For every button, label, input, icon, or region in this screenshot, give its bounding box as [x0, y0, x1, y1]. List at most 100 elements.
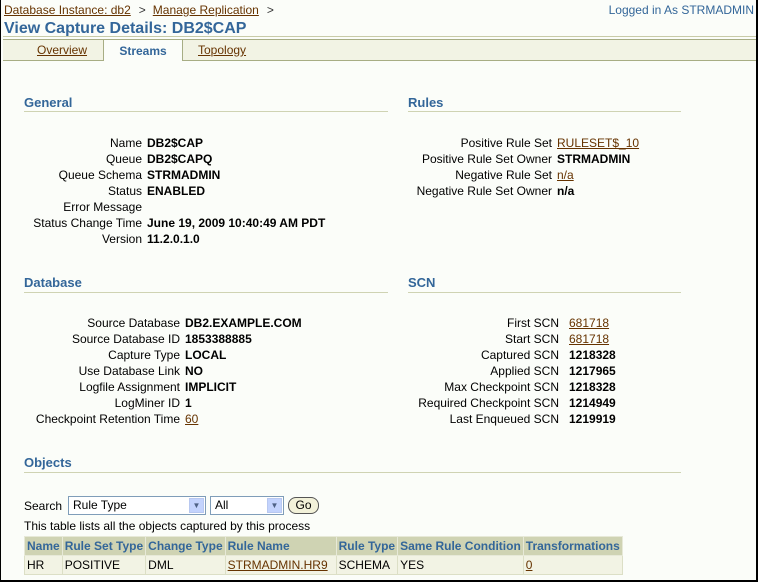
scn-row-last-enqueued: Last Enqueued SCN 1219919: [408, 411, 616, 427]
label: Capture Type: [108, 348, 180, 362]
label: Status Change Time: [33, 216, 142, 230]
tab-streams[interactable]: Streams: [103, 39, 183, 61]
value: June 19, 2009 10:40:49 AM PDT: [147, 216, 326, 230]
breadcrumb-separator: >: [266, 3, 274, 17]
start-scn-link[interactable]: 681718: [569, 331, 609, 347]
scn-row-applied: Applied SCN 1217965: [408, 363, 615, 379]
label: Queue Schema: [58, 168, 142, 182]
label: Last Enqueued SCN: [449, 412, 559, 426]
rules-row-positive-owner: Positive Rule Set Owner STRMADMIN: [408, 151, 639, 167]
cell-change-type: DML: [145, 555, 226, 575]
rules-row-negative-rule-set: Negative Rule Set n/a: [408, 167, 639, 183]
label: Positive Rule Set: [460, 136, 552, 150]
column-header-same-rule-condition: Same Rule Condition: [397, 536, 524, 556]
tabbar-divider: [3, 36, 756, 37]
scn-details: First SCN 681718 Start SCN 681718 Captured…: [408, 315, 616, 427]
scn-row-max-checkpoint: Max Checkpoint SCN 1218328: [408, 379, 616, 395]
database-row-source-database: Source Database DB2.EXAMPLE.COM: [24, 315, 302, 331]
database-row-logfile-assignment: Logfile Assignment IMPLICIT: [24, 379, 302, 395]
value: 1219919: [569, 412, 616, 426]
first-scn-link[interactable]: 681718: [569, 315, 609, 331]
value: 1218328: [569, 380, 616, 394]
value: 11.2.0.1.0: [147, 232, 200, 246]
transformations-link[interactable]: 0: [526, 558, 533, 572]
value: STRMADMIN: [147, 168, 221, 182]
search-field-select[interactable]: Rule Type ▼: [68, 496, 206, 515]
database-row-source-database-id: Source Database ID 1853388885: [24, 331, 302, 347]
database-row-capture-type: Capture Type LOCAL: [24, 347, 302, 363]
search-value-select[interactable]: All ▼: [210, 496, 284, 515]
positive-rule-set-link[interactable]: RULESET$_10: [557, 135, 639, 151]
value: DB2.EXAMPLE.COM: [185, 316, 302, 330]
label: Captured SCN: [480, 348, 559, 362]
value: LOCAL: [185, 348, 227, 362]
value: DB2$CAPQ: [147, 152, 213, 166]
label: Error Message: [63, 200, 142, 214]
go-button[interactable]: Go: [288, 497, 319, 514]
negative-rule-set-link[interactable]: n/a: [557, 167, 574, 183]
tab-bar: Overview Streams Topology: [3, 39, 756, 61]
scn-row-start: Start SCN 681718: [408, 331, 616, 347]
label: Source Database ID: [71, 332, 180, 346]
tab-overview[interactable]: Overview: [37, 40, 87, 60]
cell-rule-type: SCHEMA: [335, 555, 399, 575]
value: 1218328: [569, 348, 616, 362]
search-label: Search: [24, 499, 63, 513]
column-header-name: Name: [24, 536, 63, 556]
objects-divider: [24, 472, 681, 473]
label: LogMiner ID: [114, 396, 180, 410]
value: 1853388885: [185, 332, 252, 346]
search-field-value: Rule Type: [73, 498, 127, 512]
column-header-change-type: Change Type: [145, 536, 226, 556]
label: First SCN: [507, 316, 559, 330]
scn-row-captured: Captured SCN 1218328: [408, 347, 616, 363]
objects-heading: Objects: [24, 455, 72, 470]
rules-heading: Rules: [408, 95, 444, 110]
general-heading: General: [24, 95, 73, 110]
label: Negative Rule Set: [455, 168, 552, 182]
column-header-rule-set-type: Rule Set Type: [61, 536, 147, 556]
general-row-status-change-time: Status Change Time June 19, 2009 10:40:49…: [24, 215, 325, 231]
logged-in-user: Logged in As STRMADMIN: [608, 3, 754, 17]
value: n/a: [557, 184, 575, 198]
scn-row-first: First SCN 681718: [408, 315, 616, 331]
general-row-queue: Queue DB2$CAPQ: [24, 151, 325, 167]
label: Version: [101, 232, 142, 246]
scn-divider: [408, 292, 681, 293]
label: Logfile Assignment: [79, 380, 180, 394]
rules-divider: [408, 111, 681, 112]
chevron-down-icon[interactable]: ▼: [267, 498, 282, 513]
cell-transformations: 0: [522, 555, 623, 575]
general-row-error-message: Error Message: [24, 199, 325, 215]
search-row: Search Rule Type ▼ All ▼ Go: [24, 496, 319, 516]
label: Status: [107, 184, 142, 198]
label: Applied SCN: [490, 364, 559, 378]
label: Name: [109, 136, 142, 150]
label: Positive Rule Set Owner: [421, 152, 552, 166]
value: ENABLED: [147, 184, 206, 198]
rule-name-link[interactable]: STRMADMIN.HR9: [228, 558, 328, 572]
breadcrumb-separator: >: [138, 3, 146, 17]
value: IMPLICIT: [185, 380, 237, 394]
search-value: All: [215, 498, 229, 512]
scn-row-required-checkpoint: Required Checkpoint SCN 1214949: [408, 395, 615, 411]
breadcrumb-database-instance[interactable]: Database Instance: db2: [4, 3, 131, 17]
value: NO: [185, 364, 203, 378]
checkpoint-retention-time-link[interactable]: 60: [185, 411, 198, 427]
label: Source Database: [87, 316, 180, 330]
general-row-status: Status ENABLED: [24, 183, 325, 199]
database-row-checkpoint-retention-time: Checkpoint Retention Time 60: [24, 411, 302, 427]
label: Max Checkpoint SCN: [444, 380, 559, 394]
breadcrumb-manage-replication[interactable]: Manage Replication: [153, 3, 259, 17]
chevron-down-icon[interactable]: ▼: [189, 498, 204, 513]
label: Queue: [105, 152, 142, 166]
general-divider: [24, 111, 388, 112]
database-details: Source Database DB2.EXAMPLE.COM Source Da…: [24, 315, 302, 427]
rules-row-negative-owner: Negative Rule Set Owner n/a: [408, 183, 639, 199]
breadcrumb: Database Instance: db2 > Manage Replicatio…: [4, 3, 281, 17]
tab-topology[interactable]: Topology: [198, 40, 246, 60]
database-heading: Database: [24, 275, 82, 290]
database-row-logminer-id: LogMiner ID 1: [24, 395, 302, 411]
general-row-version: Version 11.2.0.1.0: [24, 231, 325, 247]
database-row-use-database-link: Use Database Link NO: [24, 363, 302, 379]
